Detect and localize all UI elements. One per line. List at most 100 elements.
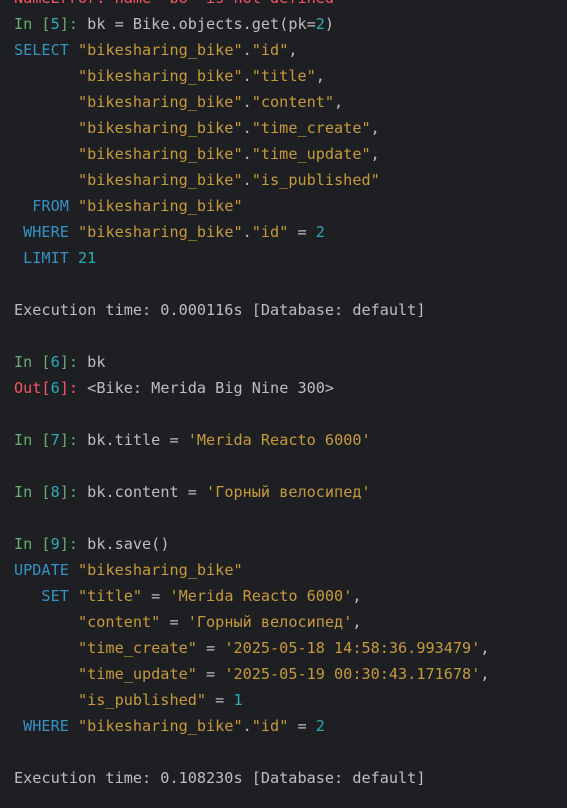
console-line: In [8]: bk.content = 'Горный велосипед': [14, 479, 567, 505]
console-token-str: "id": [251, 223, 289, 241]
console-token-str: "bikesharing_bike": [14, 93, 243, 111]
console-token-plain: ,: [480, 639, 490, 657]
console-token-in: ]:: [59, 431, 88, 449]
console-token-str: '2025-05-19 00:30:43.171678': [224, 665, 481, 683]
console-token-str: "bikesharing_bike": [78, 561, 243, 579]
console-line: SET "title" = 'Merida Reacto 6000',: [14, 583, 567, 609]
console-line: SELECT "bikesharing_bike"."id",: [14, 37, 567, 63]
console-token-str: "bikesharing_bike": [78, 41, 243, 59]
console-token-str: "time_update": [14, 665, 197, 683]
console-token-in: ]:: [59, 535, 88, 553]
console-token-plain: =: [142, 587, 170, 605]
console-line: In [9]: bk.save(): [14, 531, 567, 557]
console-token-plain: bk.save(): [87, 535, 170, 553]
console-token-plain: .: [242, 93, 252, 111]
console-token-str: "title": [251, 67, 316, 85]
console-token-plain: .: [242, 223, 252, 241]
console-token-plain: ,: [370, 145, 380, 163]
console-token-str: "time_update": [251, 145, 371, 163]
console-token-num: 2: [315, 223, 325, 241]
console-line: "content" = 'Горный велосипед',: [14, 609, 567, 635]
console-token-str: "is_published": [251, 171, 380, 189]
console-token-plain: .: [242, 145, 252, 163]
console-token-num: 7: [50, 431, 60, 449]
console-token-plain: bk: [87, 353, 106, 371]
console-token-str: "title": [78, 587, 143, 605]
console-token-plain: ): [324, 15, 335, 33]
console-token-kw: SET: [14, 587, 79, 605]
console-token-plain: =: [196, 665, 225, 683]
console-line: "bikesharing_bike"."is_published": [14, 167, 567, 193]
console-token-plain: Execution time: 0.000116s [Database: def…: [14, 301, 426, 319]
console-token-plain: =: [206, 691, 234, 709]
console-token-plain: ,: [352, 587, 362, 605]
console-token-str: "content": [14, 613, 161, 631]
console-token-plain: =: [160, 613, 188, 631]
console-line: NameError: name 'bo' is not defined: [14, 0, 567, 11]
console-line: "bikesharing_bike"."content",: [14, 89, 567, 115]
console-token-num: 2: [315, 717, 325, 735]
console-token-num: 1: [233, 691, 243, 709]
console-token-str: 'Горный велосипед': [187, 613, 353, 631]
console-token-plain: .: [242, 119, 252, 137]
console-token-str: "bikesharing_bike": [14, 171, 243, 189]
console-token-kw: SELECT: [14, 41, 79, 59]
console-token-kw: WHERE: [14, 223, 79, 241]
console-token-plain: .: [242, 171, 252, 189]
console-line: "bikesharing_bike"."time_create",: [14, 115, 567, 141]
console-token-plain: Execution time: 0.108230s [Database: def…: [14, 769, 426, 787]
console-token-plain: bk.content =: [87, 483, 207, 501]
console-token-plain: =: [196, 639, 225, 657]
console-token-plain: bk.title =: [87, 431, 188, 449]
console-token-plain: =: [288, 717, 316, 735]
console-token-in: In [: [14, 353, 51, 371]
console-line: WHERE "bikesharing_bike"."id" = 2: [14, 713, 567, 739]
console-token-kw: FROM: [14, 197, 79, 215]
console-line: Execution time: 0.000116s [Database: def…: [14, 297, 567, 323]
console-token-num: 5: [50, 15, 60, 33]
console-token-kw: LIMIT: [14, 249, 79, 267]
console-token-out: ]:: [59, 379, 88, 397]
console-token-str: 'Merida Reacto 6000': [187, 431, 371, 449]
console-token-num: 6: [50, 379, 60, 397]
console-token-err: NameError: name 'bo' is not defined: [14, 0, 334, 7]
console-token-plain: .: [242, 67, 252, 85]
console-line: "time_update" = '2025-05-19 00:30:43.171…: [14, 661, 567, 687]
console-token-plain: ,: [352, 613, 362, 631]
console-token-in: In [: [14, 15, 51, 33]
console-line: "time_create" = '2025-05-18 14:58:36.993…: [14, 635, 567, 661]
console-token-in: In [: [14, 483, 51, 501]
console-token-in: ]:: [59, 353, 88, 371]
console-token-str: "id": [251, 41, 289, 59]
console-token-plain: ,: [334, 93, 344, 111]
console-token-str: '2025-05-18 14:58:36.993479': [224, 639, 481, 657]
console-token-plain: ,: [480, 665, 490, 683]
console-token-plain: ,: [315, 67, 325, 85]
console-token-str: "bikesharing_bike": [14, 145, 243, 163]
console-token-num: 2: [315, 15, 325, 33]
console-token-plain: <Bike: Merida Big Nine 300>: [87, 379, 335, 397]
console-token-in: In [: [14, 431, 51, 449]
console-line: Execution time: 0.108230s [Database: def…: [14, 765, 567, 791]
console-token-str: "bikesharing_bike": [14, 67, 243, 85]
console-token-str: "bikesharing_bike": [78, 197, 243, 215]
console-token-str: "bikesharing_bike": [14, 119, 243, 137]
console-token-str: 'Горный велосипед': [206, 483, 371, 501]
console-token-in: ]:: [59, 15, 88, 33]
console-token-plain: bk = Bike.objects.get(pk=: [87, 15, 316, 33]
console-token-kw: UPDATE: [14, 561, 79, 579]
console-token-num: 6: [50, 353, 60, 371]
console-token-num: 21: [78, 249, 97, 267]
python-console-output[interactable]: NameError: name 'bo' is not definedIn [5…: [0, 0, 567, 808]
console-line: UPDATE "bikesharing_bike": [14, 557, 567, 583]
console-token-in: In [: [14, 535, 51, 553]
console-token-str: "time_create": [251, 119, 371, 137]
console-token-plain: ,: [288, 41, 298, 59]
console-line: "bikesharing_bike"."time_update",: [14, 141, 567, 167]
console-line: LIMIT 21: [14, 245, 567, 271]
